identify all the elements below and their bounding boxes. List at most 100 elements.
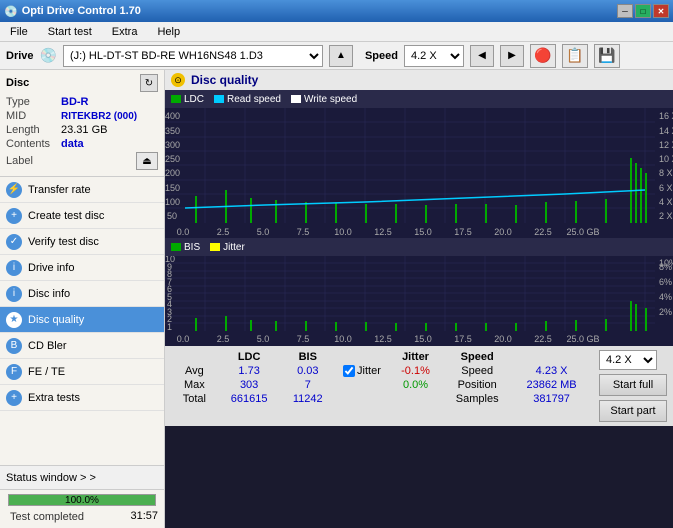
- disc-length-label: Length: [6, 124, 61, 136]
- svg-text:350: 350: [165, 126, 180, 136]
- sidebar-item-verify-test-disc[interactable]: ✓ Verify test disc: [0, 229, 164, 255]
- minimize-button[interactable]: ─: [617, 4, 633, 18]
- svg-text:4 X: 4 X: [659, 197, 673, 207]
- disc-type-value: BD-R: [61, 96, 158, 108]
- disc-quality-icon-badge: ⊙: [171, 73, 185, 87]
- disc-label-label: Label: [6, 155, 61, 167]
- top-chart-svg: 400 350 300 250 200 150 100 50 16 X 14 X…: [165, 108, 673, 238]
- svg-text:200: 200: [165, 168, 180, 178]
- close-button[interactable]: ✕: [653, 4, 669, 18]
- sidebar-item-disc-quality[interactable]: ★ Disc quality: [0, 307, 164, 333]
- start-part-button[interactable]: Start part: [599, 400, 667, 422]
- svg-text:10 X: 10 X: [659, 154, 673, 164]
- sidebar-item-disc-info[interactable]: i Disc info: [0, 281, 164, 307]
- sidebar: Disc ↻ Type BD-R MID RITEKBR2 (000) Leng…: [0, 70, 165, 528]
- app-icon: 💿: [4, 5, 18, 18]
- svg-text:12 X: 12 X: [659, 140, 673, 150]
- stats-max-row: Max 303 7 0.0% Position 23862 MB: [171, 378, 591, 392]
- avg-ldc: 1.73: [218, 364, 281, 378]
- svg-text:2 X: 2 X: [659, 211, 673, 221]
- app-title: Opti Drive Control 1.70: [22, 5, 141, 17]
- sidebar-item-drive-info[interactable]: i Drive info: [0, 255, 164, 281]
- svg-text:17.5: 17.5: [454, 227, 472, 237]
- read-speed-color: [214, 95, 224, 103]
- bis-color: [171, 243, 181, 251]
- sidebar-item-label: CD Bler: [28, 340, 67, 352]
- status-section: Status window > > 100.0% Test completed …: [0, 465, 164, 528]
- disc-action-button-2[interactable]: 📋: [562, 44, 588, 68]
- speed-back-button[interactable]: ◀: [470, 45, 494, 67]
- disc-length-value: 23.31 GB: [61, 124, 158, 136]
- main-area: Disc ↻ Type BD-R MID RITEKBR2 (000) Leng…: [0, 70, 673, 528]
- bottom-chart-legend: BIS Jitter: [165, 238, 673, 256]
- menu-file[interactable]: File: [4, 25, 34, 39]
- svg-text:10.0: 10.0: [334, 227, 352, 237]
- disc-refresh-button[interactable]: ↻: [140, 74, 158, 92]
- svg-text:250: 250: [165, 154, 180, 164]
- bis-label: BIS: [184, 242, 200, 253]
- svg-text:1: 1: [167, 322, 172, 332]
- disc-quality-header: ⊙ Disc quality: [165, 70, 673, 90]
- svg-text:16 X: 16 X: [659, 111, 673, 121]
- max-jitter: 0.0%: [389, 378, 442, 392]
- stats-header-speed: Speed: [442, 350, 512, 364]
- create-test-disc-icon: +: [6, 208, 22, 224]
- svg-text:22.5: 22.5: [534, 334, 552, 344]
- drive-select[interactable]: (J:) HL-DT-ST BD-RE WH16NS48 1.D3: [63, 45, 323, 67]
- max-bis: 7: [281, 378, 336, 392]
- legend-write-speed: Write speed: [291, 94, 357, 105]
- svg-text:0.0: 0.0: [177, 334, 190, 344]
- svg-text:150: 150: [165, 183, 180, 193]
- svg-text:5.0: 5.0: [257, 334, 270, 344]
- menu-start-test[interactable]: Start test: [42, 25, 98, 39]
- svg-text:5.0: 5.0: [257, 227, 270, 237]
- sidebar-item-fe-te[interactable]: F FE / TE: [0, 359, 164, 385]
- speed-select-stats[interactable]: 4.2 X: [599, 350, 657, 370]
- sidebar-item-create-test-disc[interactable]: + Create test disc: [0, 203, 164, 229]
- svg-text:15.0: 15.0: [414, 227, 432, 237]
- verify-test-disc-icon: ✓: [6, 234, 22, 250]
- sidebar-item-extra-tests[interactable]: + Extra tests: [0, 385, 164, 411]
- svg-text:20.0: 20.0: [494, 227, 512, 237]
- svg-text:6%: 6%: [659, 277, 672, 287]
- avg-speed-label: Speed: [442, 364, 512, 378]
- avg-speed-val: 4.23 X: [512, 364, 591, 378]
- legend-bis: BIS: [171, 242, 200, 253]
- menu-help[interactable]: Help: [151, 25, 186, 39]
- svg-text:12.5: 12.5: [374, 334, 392, 344]
- sidebar-item-cd-bler[interactable]: B CD Bler: [0, 333, 164, 359]
- jitter-label: Jitter: [223, 242, 245, 253]
- svg-text:7.5: 7.5: [297, 334, 310, 344]
- save-button[interactable]: 💾: [594, 44, 620, 68]
- avg-jitter: -0.1%: [389, 364, 442, 378]
- disc-eject-button[interactable]: ⏏: [136, 152, 158, 170]
- progress-text: 100.0%: [9, 495, 155, 507]
- disc-action-button-1[interactable]: 🔴: [530, 44, 556, 68]
- eject-button[interactable]: ▲: [329, 45, 353, 67]
- disc-info-icon: i: [6, 286, 22, 302]
- svg-text:2%: 2%: [659, 307, 672, 317]
- speed-fwd-button[interactable]: ▶: [500, 45, 524, 67]
- bottom-chart: 10 9 8 7 6 5 4 3 2 1 8% 6% 4% 2% 10%: [165, 256, 673, 346]
- test-completed-text: Test completed: [4, 510, 90, 526]
- speed-select[interactable]: 4.2 X: [404, 45, 464, 67]
- menu-bar: File Start test Extra Help: [0, 22, 673, 42]
- status-window-button[interactable]: Status window > >: [0, 466, 164, 490]
- stats-header-bis: BIS: [281, 350, 336, 364]
- stats-header-ldc: LDC: [218, 350, 281, 364]
- svg-text:4%: 4%: [659, 292, 672, 302]
- max-pos-val: 23862 MB: [512, 378, 591, 392]
- menu-extra[interactable]: Extra: [106, 25, 144, 39]
- svg-text:2.5: 2.5: [217, 227, 230, 237]
- svg-text:15.0: 15.0: [414, 334, 432, 344]
- start-full-button[interactable]: Start full: [599, 374, 667, 396]
- sidebar-item-transfer-rate[interactable]: ⚡ Transfer rate: [0, 177, 164, 203]
- sidebar-item-label: FE / TE: [28, 366, 65, 378]
- max-ldc: 303: [218, 378, 281, 392]
- svg-text:10%: 10%: [659, 258, 673, 268]
- maximize-button[interactable]: □: [635, 4, 651, 18]
- stats-avg-row: Avg 1.73 0.03 Jitter -0.1% Speed: [171, 364, 591, 378]
- speed-label: Speed: [365, 50, 398, 62]
- jitter-checkbox[interactable]: [343, 365, 355, 377]
- write-speed-label: Write speed: [304, 94, 357, 105]
